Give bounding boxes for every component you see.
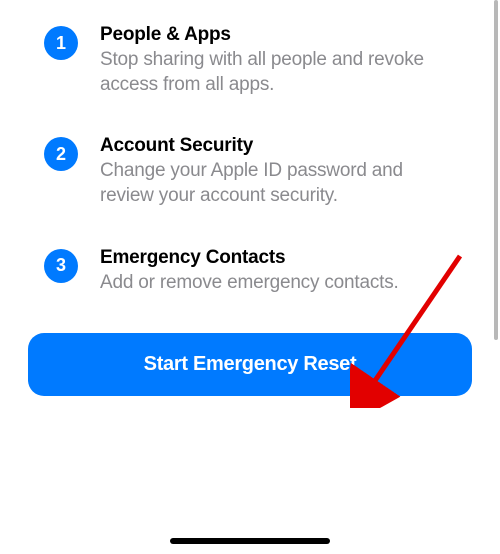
step-description: Stop sharing with all people and revoke …: [100, 48, 438, 97]
step-title: People & Apps: [100, 24, 438, 46]
start-emergency-reset-button[interactable]: Start Emergency Reset: [28, 333, 472, 396]
step-title: Emergency Contacts: [100, 247, 438, 269]
step-description: Add or remove emergency contacts.: [100, 271, 438, 296]
step-item: 2 Account Security Change your Apple ID …: [44, 135, 468, 208]
step-item: 1 People & Apps Stop sharing with all pe…: [44, 24, 468, 97]
step-content: Emergency Contacts Add or remove emergen…: [100, 247, 468, 296]
step-content: Account Security Change your Apple ID pa…: [100, 135, 468, 208]
step-content: People & Apps Stop sharing with all peop…: [100, 24, 468, 97]
step-description: Change your Apple ID password and review…: [100, 159, 438, 208]
step-number-badge: 2: [44, 137, 78, 171]
step-item: 3 Emergency Contacts Add or remove emerg…: [44, 247, 468, 296]
step-number-badge: 3: [44, 249, 78, 283]
home-indicator[interactable]: [170, 538, 330, 544]
scrollbar[interactable]: [494, 0, 498, 340]
steps-list: 1 People & Apps Stop sharing with all pe…: [0, 0, 500, 295]
step-title: Account Security: [100, 135, 438, 157]
step-number-badge: 1: [44, 26, 78, 60]
